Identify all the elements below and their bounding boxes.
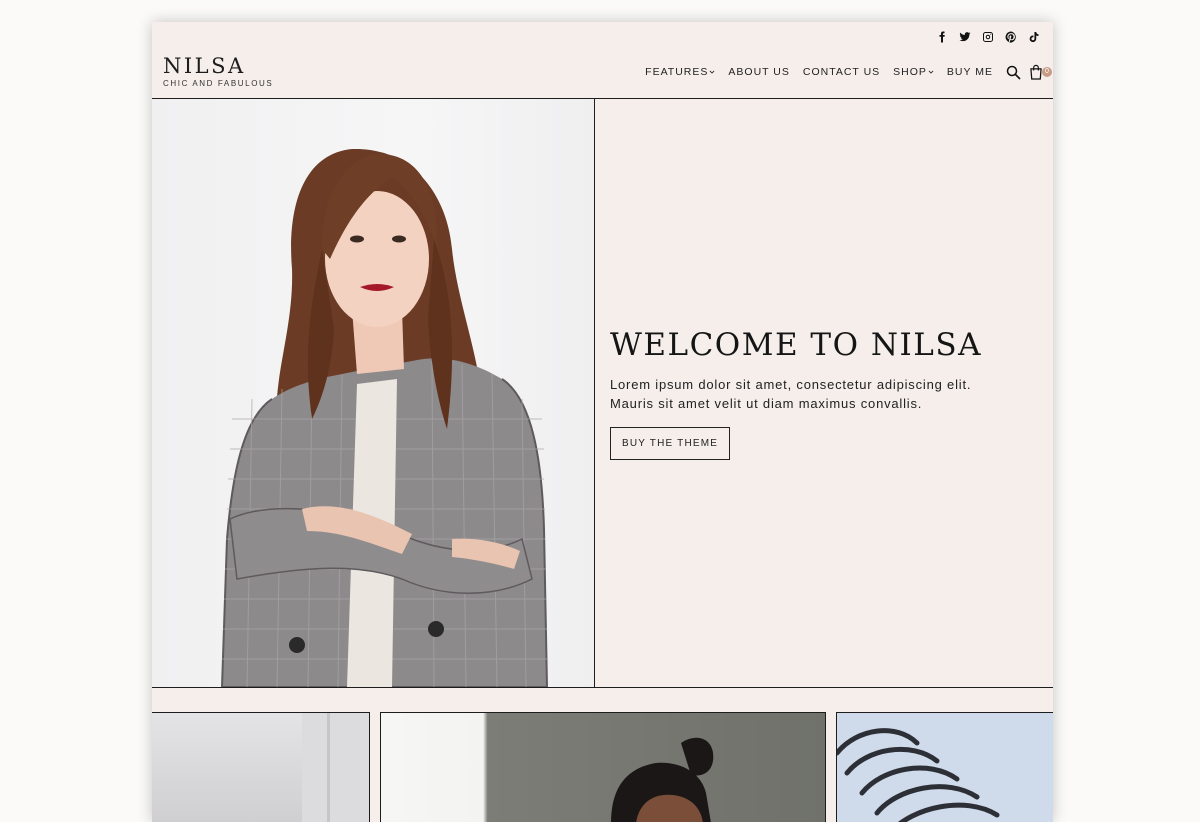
hero-content: WELCOME TO NILSA Lorem ipsum dolor sit a… [610, 327, 1030, 460]
nav-item-features[interactable]: FEATURES [645, 66, 715, 78]
featured-image-3[interactable] [836, 712, 1053, 822]
nav-item-label: BUY ME [946, 66, 993, 78]
nav-item-label: ABOUT US [728, 66, 790, 78]
architecture-photo [837, 728, 1000, 822]
main-nav: FEATURES ABOUT US CONTACT US SHOP BUY ME… [645, 64, 1052, 80]
page-frame: NILSA CHIC AND FABULOUS FEATURES ABOUT U… [152, 22, 1053, 822]
nav-item-label: FEATURES [645, 66, 709, 78]
featured-image-2[interactable] [380, 712, 826, 822]
chevron-down-icon [928, 70, 934, 74]
hero-description-line-2: Mauris sit amet velit ut diam maximus co… [610, 396, 923, 411]
hero-description-line-1: Lorem ipsum dolor sit amet, consectetur … [610, 377, 972, 392]
hero-title: WELCOME TO NILSA [610, 327, 982, 363]
nav-item-shop[interactable]: SHOP [893, 66, 934, 78]
woman-portrait-photo [611, 737, 714, 822]
hero-divider [594, 99, 595, 687]
nav-item-contact[interactable]: CONTACT US [803, 66, 880, 78]
pinterest-icon[interactable] [1004, 30, 1018, 44]
buy-theme-button[interactable]: BUY THE THEME [610, 427, 731, 460]
brand-tagline: CHIC AND FABULOUS [163, 79, 274, 88]
nav-item-label: SHOP [893, 66, 927, 78]
instagram-icon[interactable] [981, 30, 995, 44]
social-links [935, 30, 1041, 44]
nav-item-buy-me[interactable]: BUY ME [947, 66, 993, 78]
brand-name: NILSA [163, 54, 246, 78]
search-icon[interactable] [1006, 65, 1021, 80]
header-actions: 0 [1006, 64, 1052, 80]
cart-count-badge: 0 [1042, 67, 1052, 77]
facebook-icon[interactable] [935, 30, 949, 44]
site-logo[interactable]: NILSA CHIC AND FABULOUS [163, 54, 273, 88]
twitter-icon[interactable] [958, 30, 972, 44]
featured-image-1[interactable] [152, 712, 370, 822]
interior-photo [302, 713, 369, 822]
nav-item-about[interactable]: ABOUT US [728, 66, 789, 78]
cart-button[interactable]: 0 [1029, 64, 1052, 80]
chevron-down-icon [709, 70, 715, 74]
shopping-bag-icon [1030, 64, 1042, 80]
section-divider [152, 687, 1053, 688]
nav-item-label: CONTACT US [802, 66, 881, 78]
woman-portrait-image [220, 148, 549, 687]
hero-image [152, 99, 594, 687]
hero-description: Lorem ipsum dolor sit amet, consectetur … [610, 375, 1030, 413]
tiktok-icon[interactable] [1027, 30, 1041, 44]
